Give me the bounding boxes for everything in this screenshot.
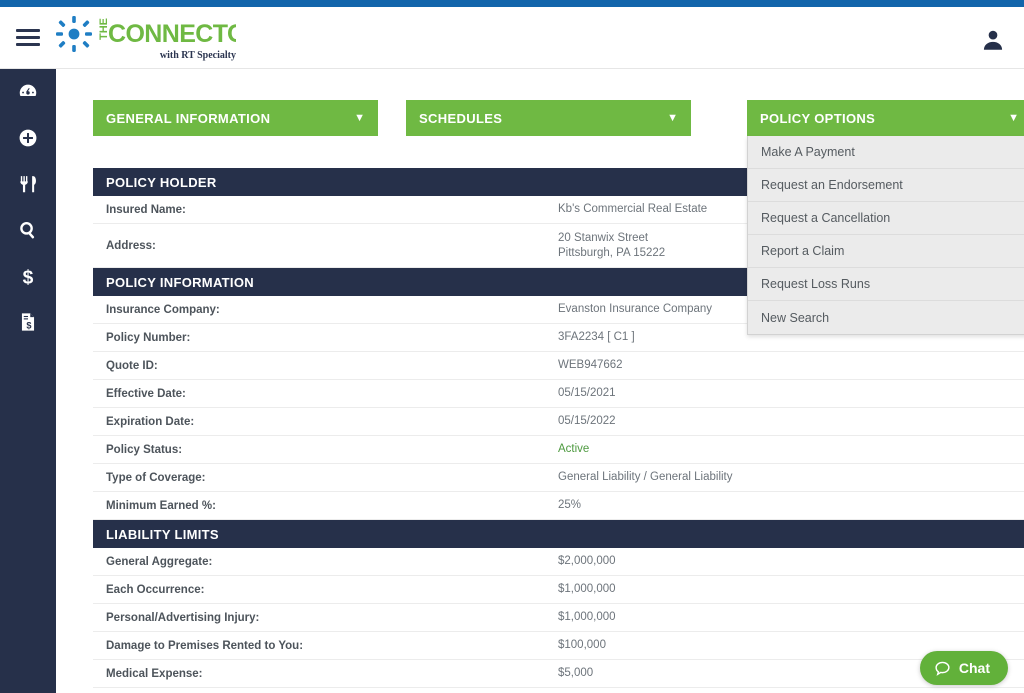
detail-value: $5,000 — [558, 667, 594, 679]
detail-row: Personal/Advertising Injury: $1,000,000 — [93, 604, 1024, 632]
speech-bubble-icon — [935, 661, 950, 676]
section-header: LIABILITY LIMITS — [93, 520, 1024, 548]
detail-value: Kb's Commercial Real Estate — [558, 203, 708, 215]
detail-row: Each Occurrence: $1,000,000 — [93, 576, 1024, 604]
detail-row: Effective Date: 05/15/2021 — [93, 380, 1024, 408]
detail-value: $1,000,000 — [558, 611, 616, 623]
utensils-icon — [20, 176, 36, 193]
detail-value: 20 Stanwix Street Pittsburgh, PA 15222 — [558, 231, 666, 259]
app-logo[interactable]: THE CONNECTOR with RT Specialty — [56, 16, 236, 62]
sidebar-item-invoices[interactable]: $ — [0, 299, 56, 345]
detail-label: Each Occurrence: — [106, 583, 205, 596]
speedometer-icon — [19, 84, 37, 97]
svg-text:CONNECTOR: CONNECTOR — [108, 20, 236, 48]
detail-value: $100,000 — [558, 639, 606, 651]
detail-value: 05/15/2022 — [558, 415, 616, 427]
policy-options-menu-item[interactable]: Request an Endorsement — [748, 169, 1024, 202]
hamburger-bar — [16, 36, 40, 39]
detail-label: Address: — [106, 239, 156, 252]
user-icon[interactable] — [980, 27, 1006, 53]
accordion-label: POLICY OPTIONS — [760, 110, 876, 126]
chevron-down-icon: ▼ — [354, 111, 365, 124]
accordion-bar-row: GENERAL INFORMATION ▼ SCHEDULES ▼ POLICY… — [93, 100, 1024, 136]
detail-value: $2,000,000 — [558, 555, 616, 567]
detail-value: General Liability / General Liability — [558, 471, 733, 483]
detail-value: Evanston Insurance Company — [558, 303, 713, 315]
detail-label: Personal/Advertising Injury: — [106, 611, 260, 624]
detail-label: Expiration Date: — [106, 415, 195, 428]
detail-label: Policy Number: — [106, 331, 191, 344]
detail-value: $1,000,000 — [558, 583, 616, 595]
policy-options-dropdown: Make A Payment Request an Endorsement Requ… — [747, 136, 1024, 335]
logo-mark-icon: THE CONNECTOR — [56, 16, 236, 52]
accordion-label: GENERAL INFORMATION — [106, 110, 271, 126]
top-accent-bar — [0, 0, 1024, 7]
sidebar-item-search[interactable] — [0, 207, 56, 253]
policy-options-menu-item[interactable]: Request a Cancellation — [748, 202, 1024, 235]
policy-options-menu-item[interactable]: Request Loss Runs — [748, 268, 1024, 301]
detail-row: General Aggregate: $2,000,000 — [93, 548, 1024, 576]
chat-widget-button[interactable]: Chat — [919, 651, 1008, 685]
detail-row: Medical Expense: $5,000 — [93, 660, 1024, 688]
svg-text:$: $ — [26, 320, 31, 330]
detail-label: Insurance Company: — [106, 303, 220, 316]
invoice-document-icon: $ — [21, 313, 35, 331]
policy-section: LIABILITY LIMITS General Aggregate: $2,000… — [93, 520, 1024, 688]
detail-label: Medical Expense: — [106, 667, 203, 680]
app-header: THE CONNECTOR with RT Specialty — [0, 7, 1024, 69]
detail-label: Policy Status: — [106, 443, 183, 456]
detail-row: Expiration Date: 05/15/2022 — [93, 408, 1024, 436]
sidebar-item-dashboard[interactable] — [0, 69, 56, 115]
dollar-sign-icon: $ — [23, 267, 34, 287]
detail-label: Insured Name: — [106, 203, 186, 216]
sidebar-item-add[interactable] — [0, 115, 56, 161]
main-content: GENERAL INFORMATION ▼ SCHEDULES ▼ POLICY… — [56, 69, 1024, 693]
detail-label: Quote ID: — [106, 359, 158, 372]
detail-label: Type of Coverage: — [106, 471, 206, 484]
detail-value: 3FA2234 [ C1 ] — [558, 331, 635, 343]
chat-label: Chat — [958, 660, 990, 676]
chevron-down-icon: ▼ — [667, 111, 678, 124]
detail-row: Minimum Earned %: 25% — [93, 492, 1024, 520]
sidebar-item-payments[interactable]: $ — [0, 253, 56, 299]
detail-value: WEB947662 — [558, 359, 623, 371]
sidebar-item-restaurant[interactable] — [0, 161, 56, 207]
logo-tagline: with RT Specialty — [159, 50, 236, 61]
policy-options-menu-item[interactable]: New Search — [748, 301, 1024, 334]
hamburger-bar — [16, 43, 40, 46]
detail-value: Active — [558, 443, 590, 455]
detail-row: Quote ID: WEB947662 — [93, 352, 1024, 380]
detail-row: Type of Coverage: General Liability / Gen… — [93, 464, 1024, 492]
detail-row: Damage to Premises Rented to You: $100,00… — [93, 632, 1024, 660]
plus-circle-icon — [19, 129, 37, 147]
svg-text:$: $ — [23, 267, 34, 287]
accordion-label: SCHEDULES — [419, 110, 503, 126]
policy-options-menu-item[interactable]: Make A Payment — [748, 136, 1024, 169]
magnifier-icon — [20, 222, 35, 239]
chevron-down-icon: ▼ — [1008, 111, 1019, 124]
policy-options-menu-item[interactable]: Report a Claim — [748, 235, 1024, 268]
accordion-general-information[interactable]: GENERAL INFORMATION ▼ — [93, 100, 378, 136]
detail-label: Effective Date: — [106, 387, 186, 400]
accordion-schedules[interactable]: SCHEDULES ▼ — [406, 100, 691, 136]
detail-label: Damage to Premises Rented to You: — [106, 639, 304, 652]
detail-label: General Aggregate: — [106, 555, 213, 568]
detail-row: Policy Status: Active — [93, 436, 1024, 464]
accordion-policy-options[interactable]: POLICY OPTIONS ▼ — [747, 100, 1024, 136]
detail-value: 05/15/2021 — [558, 387, 616, 399]
left-sidebar: $ $ — [0, 69, 56, 693]
hamburger-icon[interactable] — [16, 29, 40, 47]
detail-label: Minimum Earned %: — [106, 499, 216, 512]
detail-value: 25% — [558, 499, 582, 511]
hamburger-bar — [16, 29, 40, 32]
